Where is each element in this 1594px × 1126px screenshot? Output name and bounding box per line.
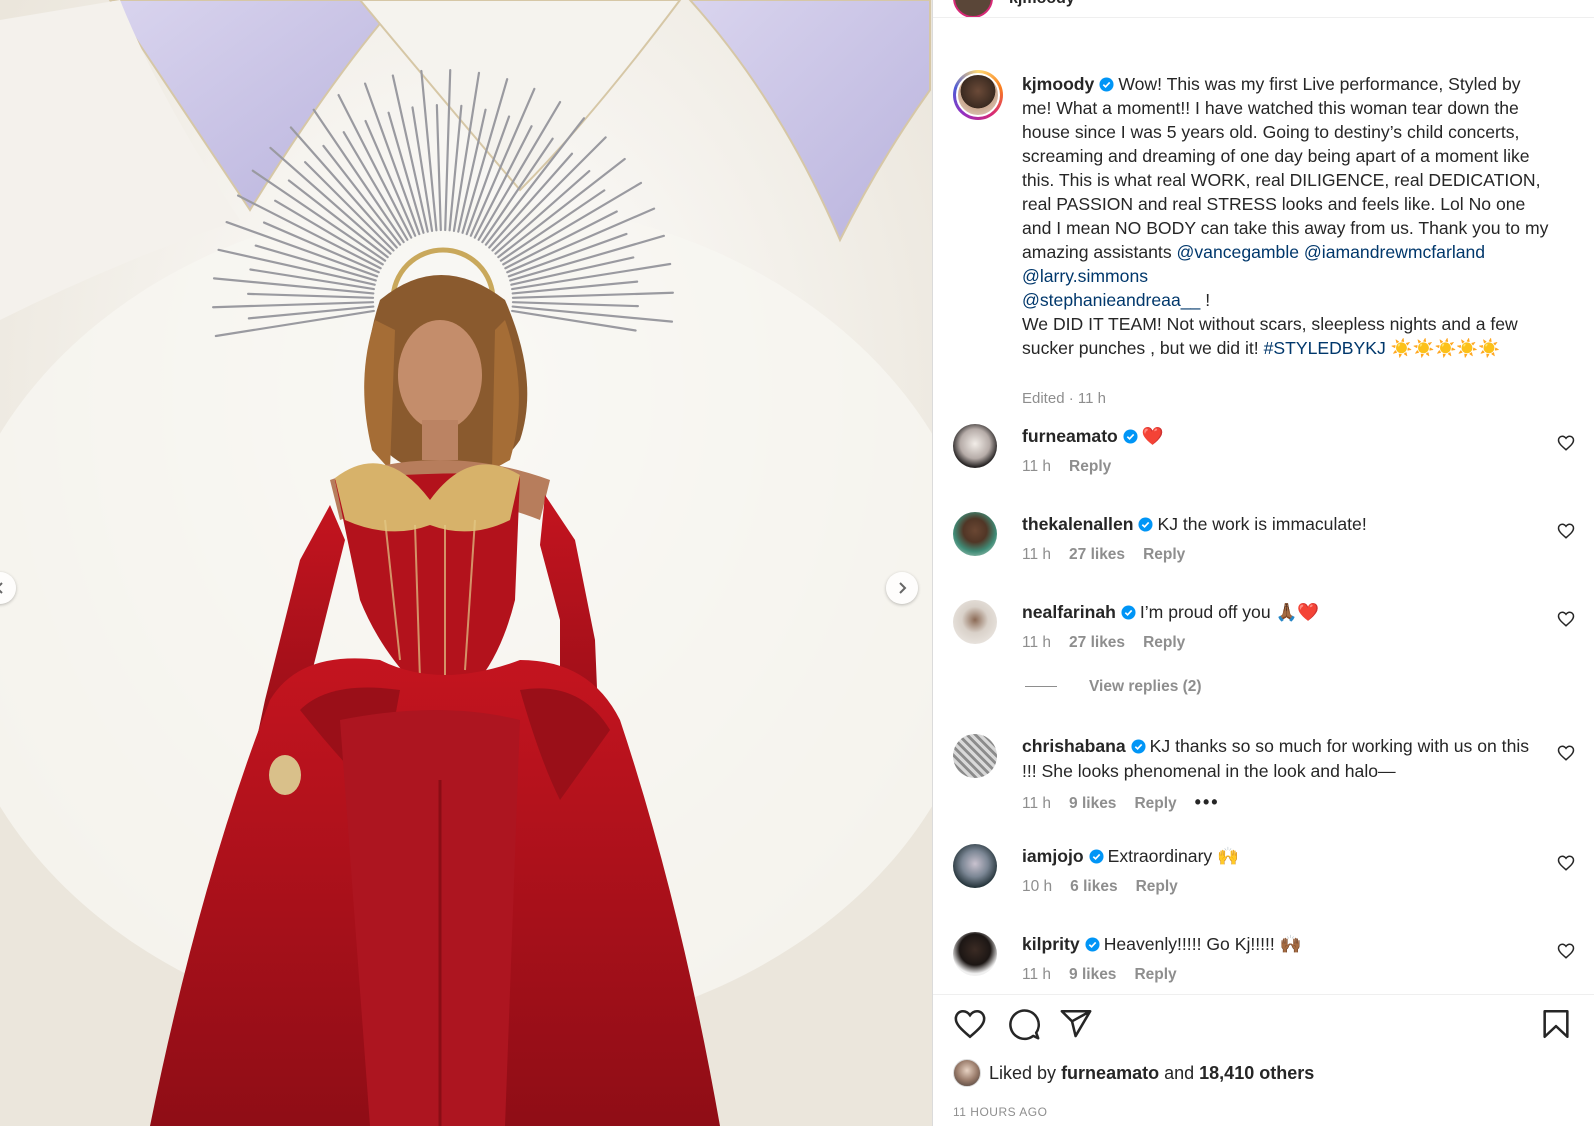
comment-username[interactable]: kilprity	[1022, 934, 1080, 954]
hashtag-link[interactable]: #STYLEDBYKJ	[1264, 338, 1386, 358]
comment-body: KJ the work is immaculate!	[1157, 514, 1367, 534]
caption-text: kjmoody Wow! This was my first Live perfo…	[1022, 72, 1550, 360]
comment-likes[interactable]: 9 likes	[1069, 966, 1116, 983]
liked-by-prefix: Liked by	[989, 1062, 1057, 1083]
verified-badge-icon	[1085, 937, 1100, 952]
chevron-right-icon	[899, 582, 907, 594]
comment-username[interactable]: iamjojo	[1022, 846, 1084, 866]
comment-body: I’m proud off you 🙏🏾❤️	[1139, 602, 1320, 622]
comment-text: thekalenallen KJ the work is immaculate!	[1022, 512, 1532, 537]
comment-likes[interactable]: 6 likes	[1070, 878, 1117, 895]
reply-button[interactable]: Reply	[1069, 458, 1111, 475]
comment-heart-icon[interactable]	[1557, 854, 1575, 872]
comment-avatar[interactable]	[953, 424, 997, 468]
liked-by-user[interactable]: furneamato	[1061, 1063, 1159, 1084]
caption-body-1: Wow! This was my first Live performance,…	[1022, 74, 1554, 262]
comment-text: nealfarinah I’m proud off you 🙏🏾❤️	[1022, 600, 1532, 625]
comment-time: 11 h	[1022, 634, 1052, 651]
comment-meta: 11 h Reply	[1022, 458, 1129, 476]
verified-badge-icon	[1123, 429, 1138, 444]
comment-meta: 11 h 9 likes Reply •••	[1022, 792, 1238, 813]
comment-time: 11 h	[1022, 795, 1052, 812]
comment-avatar[interactable]	[953, 844, 997, 888]
comment-meta: 10 h 6 likes Reply	[1022, 878, 1196, 896]
reply-button[interactable]: Reply	[1136, 878, 1178, 895]
caption-edited-time: Edited · 11 h	[1022, 390, 1106, 407]
caption-emoji: ☀️☀️☀️☀️☀️	[1385, 338, 1501, 358]
comment-text: furneamato ❤️	[1022, 424, 1532, 449]
liked-by-and: and	[1164, 1062, 1195, 1083]
comments-scroll-area[interactable]: kjmoody Wow! This was my first Live perfo…	[933, 18, 1594, 994]
mention-link[interactable]: @larry.simmons	[1022, 266, 1148, 286]
comment-body: ❤️	[1141, 426, 1164, 446]
header-username[interactable]: kjmoody	[1009, 0, 1075, 8]
header-avatar[interactable]	[953, 0, 993, 17]
more-options-icon[interactable]: •••	[1195, 792, 1220, 812]
post-photo	[0, 0, 932, 1126]
comment-body: Extraordinary 🙌	[1107, 846, 1240, 866]
reply-button[interactable]: Reply	[1143, 634, 1185, 651]
comment-heart-icon[interactable]	[1557, 434, 1575, 452]
comment-time: 11 h	[1022, 458, 1052, 475]
next-image-button[interactable]	[886, 572, 918, 604]
comment-time: 11 h	[1022, 966, 1052, 983]
comment-heart-icon[interactable]	[1557, 522, 1575, 540]
comments-panel: kjmoody kjmoodyWow! This was my first Li…	[932, 0, 1594, 1126]
comment-avatar[interactable]	[953, 600, 997, 644]
heart-icon[interactable]	[953, 1007, 987, 1041]
comment-text: chrishabana KJ thanks so so much for work…	[1022, 734, 1532, 784]
comment-heart-icon[interactable]	[1557, 942, 1575, 960]
bookmark-icon[interactable]	[1539, 1007, 1573, 1041]
verified-badge-icon	[1138, 517, 1154, 532]
comment-avatar[interactable]	[953, 932, 997, 976]
comment-meta: 11 h 27 likes Reply	[1022, 634, 1203, 652]
comment-likes[interactable]: 27 likes	[1069, 634, 1125, 651]
comment-heart-icon[interactable]	[1557, 610, 1575, 628]
caption-username[interactable]: kjmoody	[1022, 74, 1094, 94]
comment-text: iamjojo Extraordinary 🙌	[1022, 844, 1532, 869]
verified-badge-icon	[1131, 739, 1146, 754]
comment-username[interactable]: chrishabana	[1022, 736, 1126, 756]
verified-badge-icon	[1121, 605, 1136, 620]
share-icon[interactable]	[1059, 1007, 1093, 1041]
mention-link[interactable]: @iamandrewmcfarland	[1304, 242, 1485, 262]
comment-username[interactable]: thekalenallen	[1022, 514, 1133, 534]
chevron-left-icon	[0, 582, 3, 594]
comment-meta: 11 h 9 likes Reply	[1022, 966, 1195, 984]
caption-avatar[interactable]	[953, 70, 1003, 120]
comment-likes[interactable]: 9 likes	[1069, 795, 1116, 812]
comment-body: Heavenly!!!!! Go Kj!!!!! 🙌🏾	[1103, 934, 1302, 954]
verified-badge-icon	[1089, 849, 1104, 864]
comment-icon[interactable]	[1007, 1007, 1041, 1041]
mention-link[interactable]: @stephanieandreaa__	[1022, 290, 1200, 310]
comment-time: 11 h	[1022, 546, 1052, 563]
post-media[interactable]	[0, 0, 932, 1126]
post-actions-bar: Liked by furneamato and 18,410 others 11…	[933, 994, 1594, 1126]
verified-badge-icon	[1099, 77, 1114, 92]
likes-count[interactable]: 18,410 others	[1199, 1063, 1314, 1084]
comment-meta: 11 h 27 likes Reply	[1022, 546, 1203, 564]
comment-avatar[interactable]	[953, 734, 997, 778]
reply-button[interactable]: Reply	[1143, 546, 1185, 563]
liked-by-line[interactable]: Liked by furneamato and 18,410 others	[953, 1059, 1314, 1087]
liked-by-avatar	[953, 1059, 981, 1087]
view-replies-label: View replies (2)	[1089, 678, 1202, 695]
comment-username[interactable]: furneamato	[1022, 426, 1118, 446]
comment-username[interactable]: nealfarinah	[1022, 602, 1116, 622]
reply-button[interactable]: Reply	[1134, 966, 1176, 983]
post-header: kjmoody	[933, 0, 1594, 18]
mention-link[interactable]: @vancegamble	[1177, 242, 1300, 262]
comment-time: 10 h	[1022, 878, 1053, 895]
view-replies-button[interactable]: View replies (2)	[1025, 678, 1202, 696]
post-timestamp: 11 HOURS AGO	[953, 1105, 1048, 1119]
reply-button[interactable]: Reply	[1134, 795, 1176, 812]
comment-heart-icon[interactable]	[1557, 744, 1575, 762]
comment-avatar[interactable]	[953, 512, 997, 556]
comment-likes[interactable]: 27 likes	[1069, 546, 1125, 563]
comment-text: kilprity Heavenly!!!!! Go Kj!!!!! 🙌🏾	[1022, 932, 1532, 957]
